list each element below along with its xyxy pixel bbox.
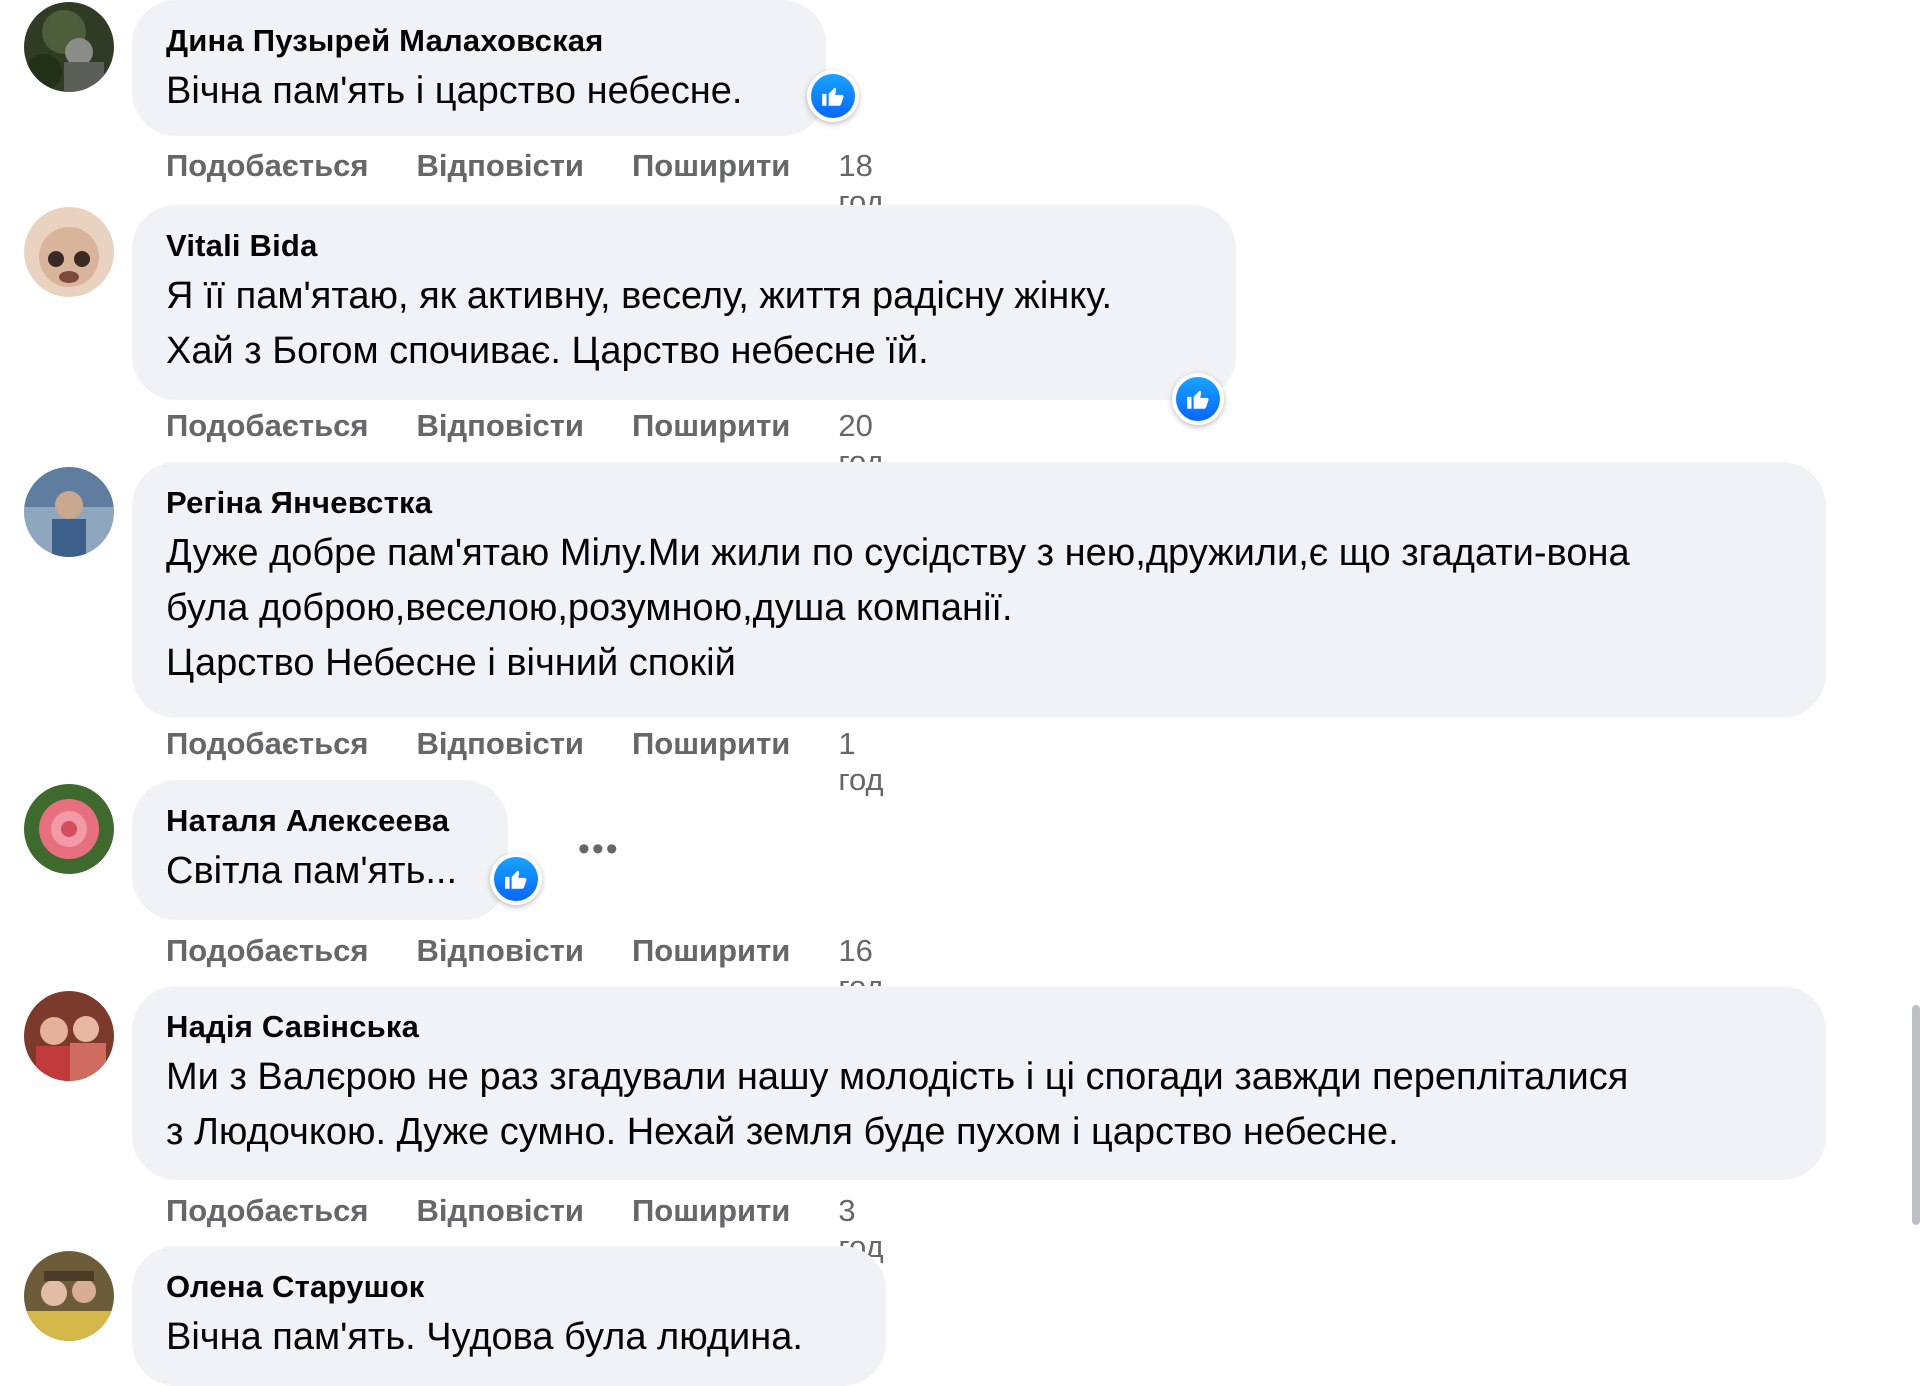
comment-bubble: Регіна Янчевстка Дуже добре пам'ятаю Міл… [132,462,1826,718]
like-reaction-badge[interactable] [490,853,542,905]
avatar[interactable] [24,991,114,1081]
like-link[interactable]: Подобається [166,148,369,184]
scrollbar-thumb[interactable] [1912,1005,1920,1225]
comment-author[interactable]: Vitali Bida [166,227,1202,265]
share-link[interactable]: Поширити [632,726,790,762]
reply-link[interactable]: Відповісти [417,1193,585,1229]
comment-bubble: Надія Савінська Ми з Валєрою не раз згад… [132,986,1826,1180]
comment-bubble: Олена Старушок Вічна пам'ять. Чудова бул… [132,1246,886,1386]
reply-link[interactable]: Відповісти [417,933,585,969]
like-link[interactable]: Подобається [166,726,369,762]
comment-author[interactable]: Дина Пузырей Малаховская [166,22,792,60]
thumbs-up-icon [822,87,844,106]
comment-author[interactable]: Олена Старушок [166,1268,852,1306]
comment-text: Ми з Валєрою не раз згадували нашу молод… [166,1056,1629,1153]
reply-link[interactable]: Відповісти [417,148,585,184]
comment-bubble: Vitali Bida Я її пам'ятаю, як активну, в… [132,205,1236,400]
comment-bubble: Дина Пузырей Малаховская Вічна пам'ять і… [132,0,826,136]
share-link[interactable]: Поширити [632,933,790,969]
reply-link[interactable]: Відповісти [417,726,585,762]
comment-text: Світла пам'ять... [166,850,458,892]
comment-author[interactable]: Регіна Янчевстка [166,484,1792,522]
like-link[interactable]: Подобається [166,933,369,969]
thumbs-up-icon [505,870,527,889]
reply-link[interactable]: Відповісти [417,408,585,444]
more-options-icon[interactable]: ••• [578,830,620,869]
like-link[interactable]: Подобається [166,408,369,444]
like-reaction-badge[interactable] [1172,373,1224,425]
like-reaction-badge[interactable] [807,70,859,122]
comment-bubble: Наталя Алексеева Світла пам'ять... [132,780,508,920]
avatar[interactable] [24,2,114,92]
comment-text: Я її пам'ятаю, як активну, веселу, життя… [166,275,1113,372]
comment-timestamp[interactable]: 1 год [838,726,883,798]
comment-author[interactable]: Надія Савінська [166,1008,1792,1046]
avatar[interactable] [24,1251,114,1341]
share-link[interactable]: Поширити [632,408,790,444]
comment-text: Дуже добре пам'ятаю Мілу.Ми жили по сусі… [166,532,1630,684]
avatar[interactable] [24,467,114,557]
thumbs-up-icon [1187,390,1209,409]
comment-text: Вічна пам'ять. Чудова була людина. [166,1316,803,1358]
comment-author[interactable]: Наталя Алексеева [166,802,474,840]
comment-text: Вічна пам'ять і царство небесне. [166,70,743,112]
avatar[interactable] [24,207,114,297]
avatar[interactable] [24,784,114,874]
like-link[interactable]: Подобається [166,1193,369,1229]
share-link[interactable]: Поширити [632,148,790,184]
share-link[interactable]: Поширити [632,1193,790,1229]
